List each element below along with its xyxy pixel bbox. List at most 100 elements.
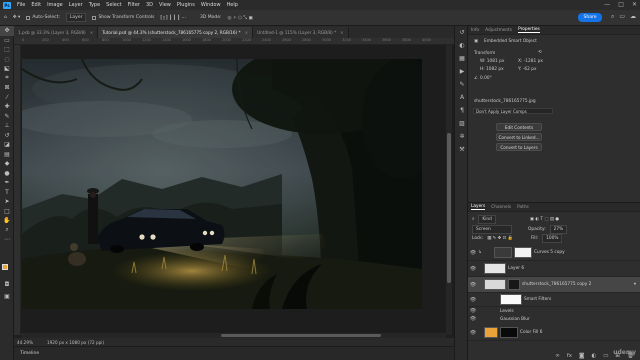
libraries-icon[interactable]: ▦: [455, 52, 469, 65]
3d-tools-icons[interactable]: ◎ ✧ ⬡ ⤡ ▣: [228, 15, 253, 21]
smart-filter-row[interactable]: 👁 Smart Filters: [468, 293, 640, 307]
tab-document-tutorial[interactable]: Tutorial.psd @ 44.3% (shutterstock_78616…: [98, 27, 254, 38]
menu-file[interactable]: File: [17, 2, 25, 8]
crop-tool-icon[interactable]: ⌗: [0, 74, 14, 84]
auto-select-checkbox[interactable]: Auto-Select:: [26, 15, 60, 20]
visibility-eye-icon[interactable]: 👁: [468, 250, 478, 256]
tools-icon[interactable]: ⚒: [455, 143, 469, 156]
layer-name[interactable]: Curves 5 copy: [534, 250, 565, 255]
close-button[interactable]: ✕: [632, 1, 637, 8]
close-tab-icon[interactable]: ×: [340, 30, 344, 35]
pen-tool-icon[interactable]: ✒: [0, 178, 14, 188]
zoom-level[interactable]: 44.29%: [17, 340, 33, 345]
layer-name[interactable]: Color Fill 6: [520, 330, 542, 335]
lasso-tool-icon[interactable]: ◌: [0, 55, 14, 65]
filter-row-levels[interactable]: 👁 Levels: [468, 307, 640, 315]
menu-plugins[interactable]: Plugins: [177, 2, 195, 8]
glyphs-icon[interactable]: ✲: [455, 130, 469, 143]
width-value[interactable]: W: 1081 px: [480, 59, 504, 64]
tab-adjustments[interactable]: Adjustments: [485, 28, 512, 33]
share-button[interactable]: Share: [578, 13, 602, 22]
y-value[interactable]: Y: -62 px: [518, 67, 537, 72]
cloud-icon[interactable]: ☁: [630, 13, 636, 21]
x-value[interactable]: X: -1281 px: [518, 59, 543, 64]
type-tool-icon[interactable]: T: [0, 188, 14, 198]
scrollbar-thumb[interactable]: [221, 334, 381, 337]
convert-layers-button[interactable]: Convert to Layers: [496, 143, 542, 151]
visibility-eye-icon[interactable]: 👁: [468, 297, 478, 303]
tab-document-untitled[interactable]: Untitled-1 @ 115% (Layer 3, RGB/8) * ×: [253, 27, 349, 38]
menu-select[interactable]: Select: [106, 2, 121, 8]
close-tab-icon[interactable]: ×: [90, 30, 94, 35]
blur-tool-icon[interactable]: ◆: [0, 159, 14, 169]
maximize-button[interactable]: □: [618, 1, 624, 8]
menu-filter[interactable]: Filter: [128, 2, 140, 8]
layer-row[interactable]: 👁 Color Fill 6: [468, 325, 640, 341]
history-brush-icon[interactable]: ↺: [0, 131, 14, 141]
hand-tool-icon[interactable]: ✋: [0, 216, 14, 226]
gradient-tool-icon[interactable]: ▤: [0, 150, 14, 160]
move-tool-icon[interactable]: ✥: [0, 26, 14, 36]
menu-image[interactable]: Image: [47, 2, 63, 8]
brush-settings-icon[interactable]: ✎: [455, 78, 469, 91]
edit-contents-button[interactable]: Edit Contents: [496, 123, 542, 131]
layer-options-icon[interactable]: ▾: [634, 282, 636, 287]
tab-properties[interactable]: Properties: [518, 27, 540, 33]
vertical-scrollbar[interactable]: [446, 45, 452, 335]
layer-comps-select[interactable]: Don't Apply Layer Comps: [473, 108, 553, 114]
fx-icon[interactable]: fx: [567, 353, 572, 359]
angle-value[interactable]: 0.00°: [480, 76, 492, 81]
tab-info[interactable]: Info: [471, 28, 479, 33]
visibility-eye-icon[interactable]: 👁: [468, 308, 478, 314]
menu-layer[interactable]: Layer: [69, 2, 83, 8]
group-icon[interactable]: ▭: [603, 353, 608, 359]
character-icon[interactable]: ¶: [455, 104, 469, 117]
filter-row-blur[interactable]: 👁 Gaussian Blur: [468, 315, 640, 323]
visibility-eye-icon[interactable]: 👁: [468, 266, 478, 272]
search-icon[interactable]: ⌕: [611, 13, 614, 21]
type-icon[interactable]: A: [455, 91, 469, 104]
close-tab-icon[interactable]: ×: [245, 30, 249, 35]
fill-field[interactable]: 100%: [542, 234, 563, 243]
play-icon[interactable]: ▶: [455, 65, 469, 78]
swatches-icon[interactable]: ▨: [455, 117, 469, 130]
move-tool-preset-icon[interactable]: ✥ ▾: [13, 15, 20, 20]
menu-window[interactable]: Window: [201, 2, 221, 8]
adjustment-layer-icon[interactable]: ◐: [591, 353, 596, 359]
learn-icon[interactable]: ◐: [455, 39, 469, 52]
eraser-tool-icon[interactable]: ◪: [0, 140, 14, 150]
artboard-tool-icon[interactable]: ▭: [0, 36, 14, 46]
menu-type[interactable]: Type: [89, 2, 100, 8]
frame-tool-icon[interactable]: ⊠: [0, 83, 14, 93]
home-icon[interactable]: ⌂: [4, 15, 7, 20]
tab-channels[interactable]: Channels: [491, 205, 511, 210]
filter-kind-dropdown[interactable]: Kind: [478, 215, 496, 224]
visibility-eye-icon[interactable]: 👁: [468, 282, 478, 288]
layer-row-selected[interactable]: 👁 shutterstock_786165775 copy 2 ▾: [468, 277, 640, 293]
minimize-button[interactable]: —: [604, 1, 610, 8]
blend-mode-dropdown[interactable]: Screen: [472, 225, 512, 234]
auto-select-dropdown[interactable]: Layer: [65, 13, 87, 22]
layer-row[interactable]: 👁 ↳ Curves 5 copy: [468, 245, 640, 261]
visibility-eye-icon[interactable]: 👁: [468, 330, 478, 336]
workspace-icon[interactable]: ▭: [619, 13, 625, 21]
history-icon[interactable]: ↺: [455, 26, 469, 39]
scrollbar-thumb[interactable]: [447, 133, 451, 283]
foreground-color-swatch[interactable]: [2, 264, 8, 270]
document-size[interactable]: 1920 px x 1080 px (72 ppi): [47, 340, 104, 345]
timeline-title[interactable]: Timeline: [20, 351, 39, 356]
zoom-tool-icon[interactable]: ⌕: [0, 226, 14, 236]
filter-icons[interactable]: ▣ ◐ T ⬚ ▤ ●: [530, 217, 559, 222]
tab-layers[interactable]: Layers: [471, 204, 486, 210]
more-tools-icon[interactable]: ⋯: [0, 235, 14, 245]
tab-document-1[interactable]: 1.psb @ 33.3% (Layer 3, RGB/8) ×: [14, 27, 99, 38]
filter-name[interactable]: Gaussian Blur: [500, 317, 530, 322]
screen-mode-icon[interactable]: ▣: [0, 292, 14, 302]
brush-tool-icon[interactable]: ✎: [0, 112, 14, 122]
path-select-tool-icon[interactable]: ➤: [0, 197, 14, 207]
convert-linked-button[interactable]: Convert to Linked...: [496, 133, 542, 141]
layer-row[interactable]: 👁 Layer 6: [468, 261, 640, 277]
tab-paths[interactable]: Paths: [517, 205, 529, 210]
opacity-field[interactable]: 27%: [549, 225, 568, 234]
menu-3d[interactable]: 3D: [146, 2, 153, 8]
